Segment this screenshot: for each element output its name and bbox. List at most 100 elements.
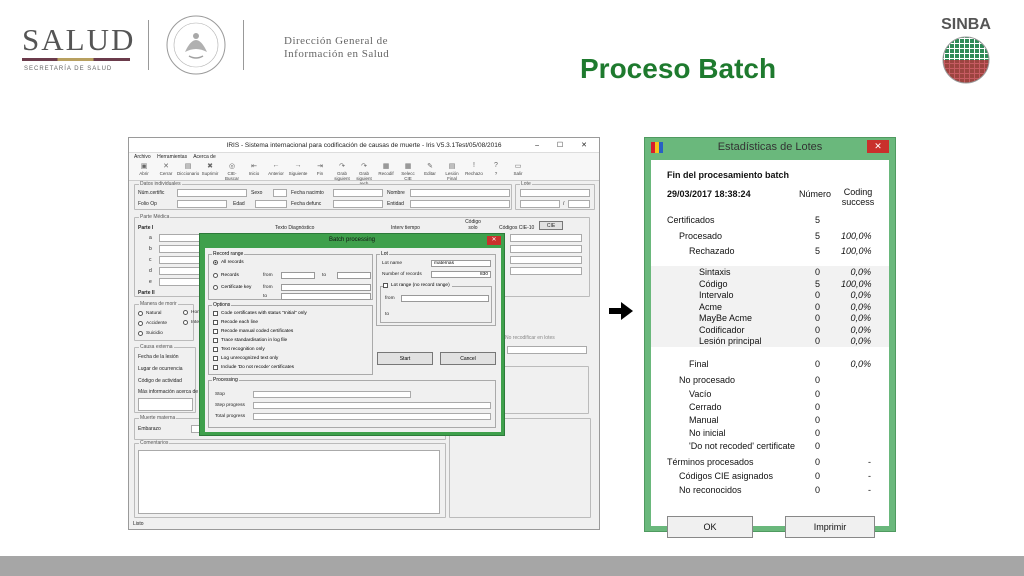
edad-label: Edad <box>233 201 245 207</box>
lote-field-2[interactable] <box>520 200 560 208</box>
stats-row-label: No reconocidos <box>679 485 742 495</box>
option-checkbox[interactable]: Code certificates with status "Initial" … <box>213 311 307 316</box>
number-records-field[interactable]: 830 <box>431 271 491 278</box>
toolbar-button[interactable]: ▦ Recodif <box>375 161 397 181</box>
fecha-nacim-field[interactable] <box>333 189 383 197</box>
lot-name-field[interactable]: maternas <box>431 260 491 267</box>
entidad-field[interactable] <box>410 200 510 208</box>
toolbar-button[interactable]: ▤ Diccionario <box>177 161 199 181</box>
ok-button[interactable]: OK <box>667 516 753 538</box>
toolbar-button[interactable]: ← Anterior <box>265 161 287 181</box>
lot-group: Lot Lot name maternas Number of records … <box>376 251 496 326</box>
inter-radio[interactable]: Inter <box>183 320 201 325</box>
cie-button[interactable]: CIE <box>539 221 563 230</box>
option-checkbox[interactable]: Log unrecognized text only <box>213 356 278 361</box>
toolbar-button[interactable]: ↷ Grab siguient <box>331 161 353 181</box>
key-to-field[interactable] <box>281 293 371 300</box>
toolbar-button[interactable]: → Siguiente <box>287 161 309 181</box>
toolbar-button[interactable]: ▦ Selecc CIE <box>397 161 419 181</box>
stats-row-label: Intervalo <box>699 290 734 300</box>
records-label: Records <box>221 273 239 278</box>
diag-field-d[interactable] <box>159 267 204 275</box>
diag-field-a[interactable] <box>159 234 204 242</box>
batch-body: Record range All records Records from to… <box>205 248 501 432</box>
menu-archivo[interactable]: Archivo <box>134 154 151 160</box>
diag-field-b[interactable] <box>159 245 204 253</box>
cancel-button[interactable]: Cancel <box>440 352 496 365</box>
toolbar-button[interactable]: ✕ Cerrar <box>155 161 177 181</box>
records-from-field[interactable] <box>281 272 315 279</box>
group-label: Muerte materna <box>139 415 177 421</box>
accidente-radio[interactable]: Accidente <box>138 321 167 326</box>
mas-info-field[interactable] <box>138 398 193 411</box>
lote-field-3[interactable] <box>568 200 590 208</box>
folio-op-field[interactable] <box>177 200 227 208</box>
close-button[interactable]: ✕ <box>487 236 501 245</box>
toolbar-button[interactable]: ⇥ Fin <box>309 161 331 181</box>
group-label: Parte Médica <box>139 214 171 220</box>
records-radio[interactable]: Records <box>213 273 239 278</box>
cie-field-d[interactable] <box>510 267 582 275</box>
no-recodificar-field[interactable] <box>507 346 587 354</box>
menu-herramientas[interactable]: Herramientas <box>157 154 187 160</box>
group-label: Lot <box>380 251 389 257</box>
checkbox-icon <box>213 320 218 325</box>
stats-row: No inicial 0 <box>651 427 889 439</box>
toolbar-button[interactable]: ▤ Lesión Final <box>441 161 463 181</box>
stats-row-percent: 100,0% <box>841 231 872 241</box>
cie-field-c[interactable] <box>510 256 582 264</box>
cie-field-a[interactable] <box>510 234 582 242</box>
lote-field[interactable] <box>520 189 590 197</box>
edad-field[interactable] <box>255 200 287 208</box>
option-checkbox[interactable]: Trace standardisation in log file <box>213 338 287 343</box>
option-label: Log unrecognized text only <box>221 356 279 361</box>
col-coding-line2: success <box>841 197 875 207</box>
toolbar-button[interactable]: ✎ Editar <box>419 161 441 181</box>
option-checkbox[interactable]: Text recognition only <box>213 347 265 352</box>
fecha-defunc-field[interactable] <box>333 200 383 208</box>
entidad-label: Entidad <box>387 201 404 207</box>
nombre-field[interactable] <box>410 189 510 197</box>
option-checkbox[interactable]: Recode each line <box>213 320 258 325</box>
toolbar-button[interactable]: ! Rechazo <box>463 161 485 181</box>
all-records-radio[interactable]: All records <box>213 260 244 265</box>
window-controls[interactable]: – ☐ ✕ <box>535 138 595 153</box>
toolbar-label: Diccionario <box>177 171 200 176</box>
comentarios-field[interactable] <box>138 450 440 514</box>
stats-row: Procesado 5 100,0% <box>651 230 889 242</box>
sexo-field[interactable] <box>273 189 287 197</box>
print-button[interactable]: Imprimir <box>785 516 875 538</box>
toolbar-button[interactable]: ⇤ Inicio <box>243 161 265 181</box>
option-checkbox[interactable]: Recode manual coded certificates <box>213 329 293 334</box>
toolbar-button[interactable]: ▣ Abrir <box>133 161 155 181</box>
col-coding-line1: Coding <box>843 187 873 197</box>
certificate-key-radio[interactable]: Certificate key <box>213 285 251 290</box>
stats-row-number: 0 <box>815 375 821 385</box>
toolbar-button[interactable]: ↷ Grab siguient rech <box>353 161 375 186</box>
cie-field-b[interactable] <box>510 245 582 253</box>
natural-radio[interactable]: Natural <box>138 311 161 316</box>
diag-field-c[interactable] <box>159 256 204 264</box>
key-from-field[interactable] <box>281 284 371 291</box>
stats-title-text: Estadísticas de Lotes <box>717 141 823 153</box>
toolbar-button[interactable]: ▭ Salir <box>507 161 529 181</box>
suicidio-radio[interactable]: Suicidio <box>138 331 163 336</box>
lot-from-field[interactable] <box>401 295 489 302</box>
lot-range-checkbox[interactable]: Lot range (no record range) <box>383 283 452 288</box>
close-button[interactable]: ✕ <box>867 140 889 153</box>
menu-acerca[interactable]: Acerca de <box>193 154 216 160</box>
num-certific-field[interactable] <box>177 189 247 197</box>
step-progress-label: Step progress <box>215 403 245 408</box>
diag-field-e[interactable] <box>159 278 204 286</box>
option-checkbox[interactable]: Include 'Do not recode' certificates <box>213 365 294 370</box>
records-to-field[interactable] <box>337 272 371 279</box>
parte-i-label: Parte I <box>138 225 154 231</box>
start-button[interactable]: Start <box>377 352 433 365</box>
lot-range-group: Lot range (no record range) from to <box>380 283 492 323</box>
toolbar-button[interactable]: ?? <box>485 161 507 181</box>
lote-group: Lote / <box>515 181 595 210</box>
toolbar-button[interactable]: ◎ CIE-Buscar <box>221 161 243 181</box>
batch-title-text: Batch processing <box>328 237 376 243</box>
toolbar-button[interactable]: ✖ Suprimir <box>199 161 221 181</box>
num-certific-label: Núm.certific <box>138 190 165 196</box>
